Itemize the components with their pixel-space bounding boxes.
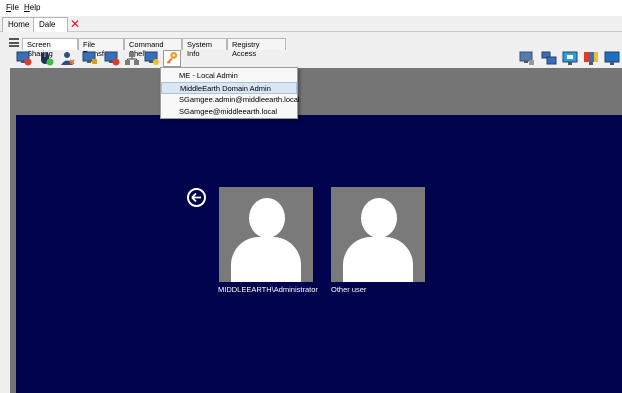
- multi-monitor-icon[interactable]: [541, 51, 557, 66]
- avatar-body-icon: [231, 237, 301, 282]
- user-tile-administrator[interactable]: [219, 187, 313, 282]
- screen-icon[interactable]: [562, 51, 578, 66]
- avatar-head-icon: [249, 198, 285, 238]
- menu-item-sgamgee[interactable]: SGamgee@middleearth.local: [161, 106, 297, 118]
- tab-home[interactable]: Home: [2, 17, 36, 32]
- user-label-other-user: Other user: [331, 285, 367, 294]
- tab-screen-sharing[interactable]: Screen Sharing: [22, 38, 78, 58]
- credentials-dropdown: ME - Local Admin MiddleEarth Domain Admi…: [160, 67, 300, 119]
- tab-file-transfer[interactable]: File Transfer: [78, 38, 124, 58]
- monitor-refresh-icon[interactable]: [144, 51, 160, 66]
- network-icon[interactable]: [124, 51, 140, 66]
- user-label-administrator: MIDDLEEARTH\Administrator: [218, 285, 318, 294]
- menu-help[interactable]: Help: [24, 3, 40, 12]
- menu-item-local-admin[interactable]: ME - Local Admin: [161, 70, 297, 82]
- key-icon[interactable]: [163, 50, 181, 67]
- menu-item-sgamgee-admin[interactable]: SGamgee.admin@middleearth.local: [161, 94, 300, 106]
- user-icon[interactable]: [60, 51, 76, 66]
- viewport-left-border: [0, 68, 10, 393]
- back-arrow-icon[interactable]: [187, 188, 206, 207]
- monitor-icon[interactable]: [519, 51, 535, 66]
- tab-dale[interactable]: Dale: [33, 17, 68, 32]
- tab-system-info[interactable]: System Info: [182, 38, 227, 58]
- avatar-head-icon: [361, 198, 397, 238]
- close-tab-icon[interactable]: ✕: [68, 17, 82, 31]
- monitor-block-icon[interactable]: [104, 51, 120, 66]
- tab-registry-access[interactable]: Registry Access: [227, 38, 286, 58]
- menu-file[interactable]: File: [6, 3, 19, 12]
- user-tile-other-user[interactable]: [331, 187, 425, 282]
- monitor-icon[interactable]: [16, 51, 32, 66]
- colors-icon[interactable]: [583, 51, 599, 66]
- host-tab-bar: Home Dale: [0, 16, 622, 32]
- mouse-lock-icon[interactable]: [38, 51, 54, 66]
- hamburger-menu-icon[interactable]: [9, 38, 19, 47]
- monitor-settings-icon[interactable]: [82, 51, 98, 66]
- menu-item-domain-admin[interactable]: MiddleEarth Domain Admin: [161, 82, 297, 94]
- menu-bar: File Help: [0, 0, 622, 16]
- remote-login-screen[interactable]: [16, 115, 622, 393]
- monitor-cyan-icon[interactable]: [604, 51, 620, 66]
- tab-command-shell[interactable]: Command Shell: [124, 38, 182, 58]
- avatar-body-icon: [343, 237, 413, 282]
